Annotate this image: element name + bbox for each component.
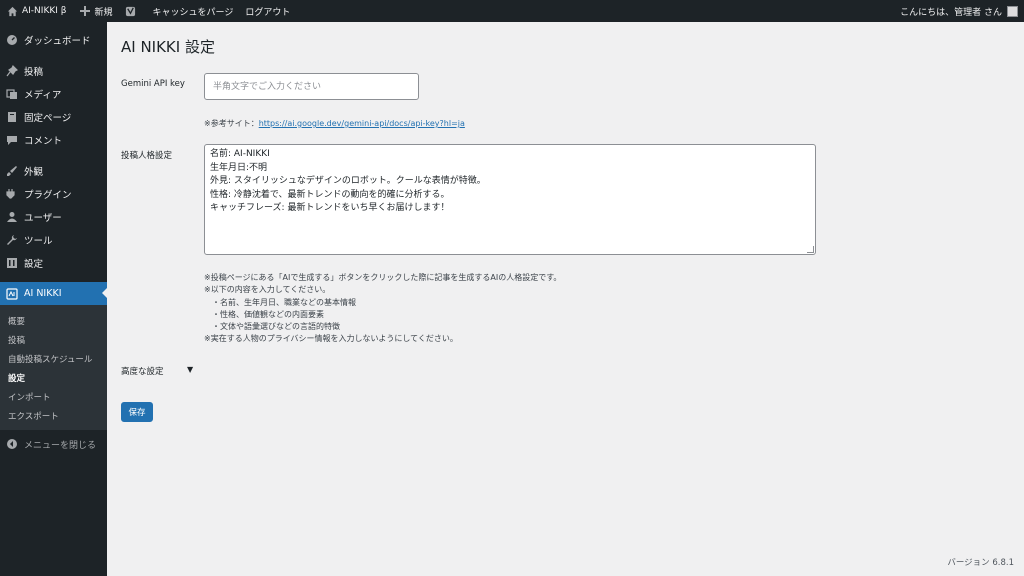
submenu-auto-schedule[interactable]: 自動投稿スケジュール bbox=[0, 349, 107, 368]
submenu-settings[interactable]: 設定 bbox=[0, 368, 107, 387]
menu-appearance[interactable]: 外観 bbox=[0, 159, 107, 182]
admin-sidebar: ダッシュボード 投稿 メディア 固定ページ コメント 外観 プラグイン ユーザー… bbox=[0, 22, 107, 576]
persona-line: キャッチフレーズ: 最新トレンドをいち早くお届けします！ bbox=[210, 203, 450, 213]
admin-bar: AI-NIKKI β 新規 キャッシュをパージ ログアウト こんにちは、管理者 … bbox=[0, 0, 1024, 22]
user-icon bbox=[6, 211, 18, 223]
site-name-link[interactable]: AI-NIKKI β bbox=[0, 0, 73, 22]
reference-note: ※参考サイト：https://ai.google.dev/gemini-api/… bbox=[204, 118, 465, 129]
menu-users[interactable]: ユーザー bbox=[0, 205, 107, 228]
reference-prefix: ※参考サイト： bbox=[204, 119, 259, 128]
menu-label: 外観 bbox=[24, 166, 44, 178]
greeting[interactable]: こんにちは、管理者 さん bbox=[900, 5, 1002, 18]
settings-icon bbox=[6, 257, 18, 269]
menu-media[interactable]: メディア bbox=[0, 82, 107, 105]
avatar[interactable] bbox=[1007, 5, 1018, 17]
persona-description: ※投稿ページにある「AIで生成する」ボタンをクリックした際に記事を生成するAIの… bbox=[204, 272, 561, 346]
submenu-overview[interactable]: 概要 bbox=[0, 311, 107, 330]
brush-icon bbox=[6, 165, 18, 177]
api-key-label: Gemini API key bbox=[121, 79, 185, 89]
media-icon bbox=[6, 88, 18, 100]
desc-line: ・文体や語彙選びなどの言語的特徴 bbox=[212, 322, 340, 332]
persona-line: 生年月日:不明 bbox=[210, 162, 268, 173]
yoast-link[interactable] bbox=[119, 0, 147, 22]
menu-dashboard[interactable]: ダッシュボード bbox=[0, 28, 107, 51]
page-icon bbox=[6, 111, 18, 123]
plus-icon bbox=[79, 5, 91, 17]
submenu-export[interactable]: エクスポート bbox=[0, 406, 107, 425]
save-button[interactable]: 保存 bbox=[121, 402, 153, 422]
site-name: AI-NIKKI β bbox=[22, 6, 67, 16]
menu-pages[interactable]: 固定ページ bbox=[0, 105, 107, 128]
menu-ai-nikki[interactable]: AI NIKKI bbox=[0, 282, 107, 305]
main-content: AI NIKKI 設定 Gemini API key ※参考サイト：https:… bbox=[107, 22, 1024, 576]
triangle-down-icon: ▼ bbox=[187, 365, 194, 374]
new-label: 新規 bbox=[94, 7, 113, 18]
collapse-menu-button[interactable]: メニューを閉じる bbox=[0, 432, 107, 456]
reference-link[interactable]: https://ai.google.dev/gemini-api/docs/ap… bbox=[259, 119, 465, 128]
ai-nikki-submenu: 概要 投稿 自動投稿スケジュール 設定 インポート エクスポート bbox=[0, 305, 107, 430]
persona-line: 名前: AI-NIKKI bbox=[210, 149, 270, 159]
plugin-icon bbox=[6, 188, 18, 200]
menu-label: 設定 bbox=[24, 258, 44, 270]
version-text: バージョン 6.8.1 bbox=[947, 558, 1014, 568]
menu-tools[interactable]: ツール bbox=[0, 228, 107, 251]
collapse-label: メニューを閉じる bbox=[24, 440, 97, 451]
menu-label: ツール bbox=[24, 235, 53, 247]
desc-line: ※実在する人物のプライバシー情報を入力しないようにしてください。 bbox=[204, 334, 458, 344]
comment-icon bbox=[6, 134, 18, 146]
logout-link[interactable]: ログアウト bbox=[239, 0, 296, 22]
resize-handle[interactable] bbox=[807, 246, 814, 253]
persona-label: 投稿人格設定 bbox=[121, 151, 173, 161]
menu-settings[interactable]: 設定 bbox=[0, 251, 107, 274]
menu-label: メディア bbox=[24, 89, 62, 101]
new-content-link[interactable]: 新規 bbox=[73, 0, 119, 22]
menu-label: ユーザー bbox=[24, 212, 62, 224]
menu-comments[interactable]: コメント bbox=[0, 128, 107, 151]
menu-label: AI NIKKI bbox=[24, 288, 62, 299]
api-key-input[interactable] bbox=[204, 73, 419, 100]
desc-line: ※投稿ページにある「AIで生成する」ボタンをクリックした際に記事を生成するAIの… bbox=[204, 273, 562, 282]
page-title: AI NIKKI 設定 bbox=[121, 38, 215, 56]
desc-line: ・名前、生年月日、職業などの基本情報 bbox=[212, 297, 356, 307]
menu-plugins[interactable]: プラグイン bbox=[0, 182, 107, 205]
menu-label: 固定ページ bbox=[24, 112, 72, 124]
purge-cache-link[interactable]: キャッシュをパージ bbox=[147, 0, 240, 22]
submenu-import[interactable]: インポート bbox=[0, 387, 107, 406]
dashboard-icon bbox=[6, 34, 18, 46]
menu-posts[interactable]: 投稿 bbox=[0, 59, 107, 82]
menu-label: 投稿 bbox=[24, 66, 44, 78]
desc-line: ・性格、価値観などの内面要素 bbox=[212, 309, 324, 319]
menu-label: プラグイン bbox=[24, 189, 72, 201]
wrench-icon bbox=[6, 234, 18, 246]
advanced-settings-toggle[interactable]: 高度な設定 ▼ bbox=[121, 365, 193, 377]
persona-line: 外見: スタイリッシュなデザインのロボット。クールな表情が特徴。 bbox=[210, 176, 486, 186]
advanced-settings-label: 高度な設定 bbox=[121, 367, 164, 377]
ai-nikki-icon bbox=[6, 287, 18, 300]
desc-line: ※以下の内容を入力してください。 bbox=[204, 285, 331, 295]
menu-label: ダッシュボード bbox=[24, 35, 91, 47]
home-icon bbox=[6, 5, 18, 17]
menu-label: コメント bbox=[24, 135, 63, 147]
persona-textarea[interactable]: 名前: AI-NIKKI 生年月日:不明 外見: スタイリッシュなデザインのロボ… bbox=[204, 144, 816, 255]
pin-icon bbox=[6, 64, 18, 77]
persona-line: 性格: 冷静沈着で、最新トレンドの動向を的確に分析する。 bbox=[210, 189, 450, 200]
submenu-posts[interactable]: 投稿 bbox=[0, 330, 107, 349]
collapse-icon bbox=[6, 438, 18, 450]
yoast-icon bbox=[125, 5, 137, 17]
